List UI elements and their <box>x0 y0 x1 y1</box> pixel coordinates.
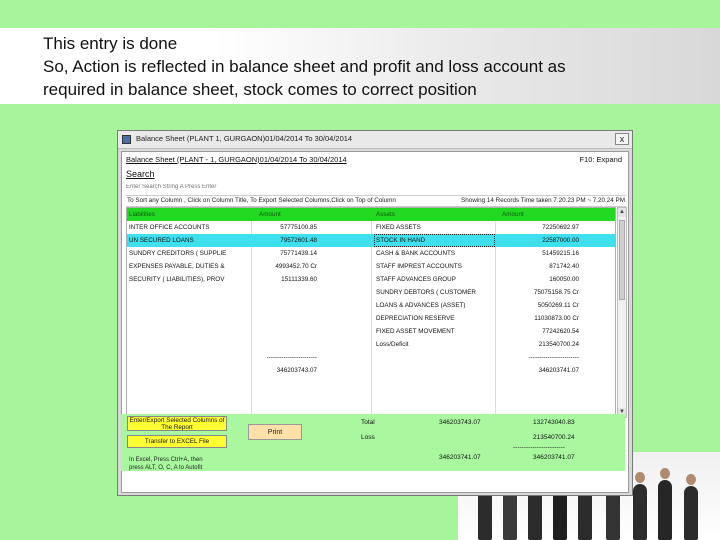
window-titlebar[interactable]: Balance Sheet (PLANT 1, GURGAON)01/04/20… <box>118 131 632 149</box>
asset-amount: 5050269.11 Cr <box>537 302 579 309</box>
column-header-liabilities[interactable]: Liabilities <box>129 211 247 218</box>
bottom-panel: Enter/Export Selected Columns of The Rep… <box>121 414 625 471</box>
liability-name: SECURITY ( LIABILITIES), PROV <box>129 276 225 283</box>
column-header-amount[interactable]: Amount <box>259 211 317 218</box>
excel-hint: In Excel, Press Ctrl+A, then press ALT, … <box>129 457 203 471</box>
asset-amount: 160050.00 <box>549 276 579 283</box>
print-button[interactable]: Print <box>248 424 302 440</box>
report-header: Balance Sheet (PLANT - 1, GURGAON)01/04/… <box>124 154 626 166</box>
caption-banner: This entry is done So, Action is reflect… <box>0 28 720 104</box>
caption-line-1: This entry is done <box>43 34 178 53</box>
loss-value: 213540700.24 <box>533 434 575 441</box>
info-bar: To Sort any Column , Click on Column Tit… <box>126 195 626 207</box>
table-row[interactable]: DEPRECIATION RESERVE 11030873.00 Cr <box>127 312 615 325</box>
table-row[interactable]: FIXED ASSET MOVEMENT 77242620.54 <box>127 325 615 338</box>
sort-instructions: To Sort any Column , Click on Column Tit… <box>127 197 396 204</box>
balance-sheet-grid[interactable]: Liabilities Amount Assets Amount INTER O… <box>126 207 616 418</box>
table-row[interactable]: SUNDRY CREDITORS ( SUPPLIE 75771439.14 C… <box>127 247 615 260</box>
asset-amount: 11030873.00 Cr <box>534 315 579 322</box>
grand-total-left: 346203741.07 <box>439 454 481 461</box>
search-input[interactable] <box>126 182 626 192</box>
close-button[interactable]: x <box>615 133 629 145</box>
asset-amount: 72250692.97 <box>542 224 579 231</box>
asset-name: FIXED ASSETS <box>376 224 421 231</box>
liability-amount: 57775100.85 <box>280 224 317 231</box>
total-label: Total <box>361 419 375 426</box>
asset-name: STOCK IN HAND <box>376 237 426 244</box>
asset-name: DEPRECIATION RESERVE <box>376 315 455 322</box>
window-title: Balance Sheet (PLANT 1, GURGAON)01/04/20… <box>136 134 353 143</box>
person-figure <box>633 472 647 540</box>
caption-line-3: required in balance sheet, stock comes t… <box>43 80 477 99</box>
app-icon <box>122 135 131 144</box>
liability-total: 346203743.07 <box>276 367 317 374</box>
scroll-up-arrow-icon[interactable]: ▲ <box>618 208 626 217</box>
loss-label: Loss <box>361 434 375 441</box>
asset-amount: 871742.40 <box>549 263 579 270</box>
grid-scrollbar[interactable]: ▲ ▼ <box>617 207 627 418</box>
asset-name: CASH & BANK ACCOUNTS <box>376 250 456 257</box>
table-row[interactable]: Loss/Deficit 213540700.24 <box>127 338 615 351</box>
asset-total: 346203741.07 <box>538 367 579 374</box>
asset-amount: 213540700.24 <box>538 341 579 348</box>
asset-name: FIXED ASSET MOVEMENT <box>376 328 455 335</box>
person-figure <box>478 478 492 540</box>
asset-name: Loss/Deficit <box>376 341 409 348</box>
person-figure <box>658 468 672 540</box>
totals-dashes: ------------------------ <box>513 444 565 451</box>
total-left-value: 346203743.07 <box>439 419 481 426</box>
asset-name: STAFF ADVANCES GROUP <box>376 276 456 283</box>
column-header-amount[interactable]: Amount <box>502 211 582 218</box>
liability-dashes: ------------------------ <box>266 354 317 361</box>
asset-name: LOANS & ADVANCES (ASSET) <box>376 302 466 309</box>
report-title: Balance Sheet (PLANT - 1, GURGAON)01/04/… <box>126 155 347 164</box>
search-label: Search <box>126 169 155 179</box>
asset-name: STAFF IMPREST ACCOUNTS <box>376 263 462 270</box>
liability-amount: 15111339.60 <box>281 276 317 283</box>
table-row-selected[interactable]: UN SECURED LOANS 79572601.48 STOCK IN HA… <box>127 234 615 247</box>
liability-amount: 75771439.14 <box>280 250 317 257</box>
liability-name: EXPENSES PAYABLE, DUTIES & <box>129 263 225 270</box>
table-row[interactable]: INTER OFFICE ACCOUNTS 57775100.85 FIXED … <box>127 221 615 234</box>
asset-name: SUNDRY DEBTORS ( CUSTOMER <box>376 289 476 296</box>
liability-amount: 4993452.70 Cr <box>275 263 317 270</box>
table-row[interactable]: 346203743.07 346203741.07 <box>127 364 615 377</box>
records-status: Showing 14 Records Time taken 7.20.23 PM… <box>461 197 625 204</box>
asset-amount: 51459215.16 <box>542 250 579 257</box>
asset-dashes: ------------------------ <box>528 354 579 361</box>
expand-hint: F10: Expand <box>579 155 622 164</box>
asset-amount: 75075158.75 Cr <box>533 289 579 296</box>
asset-amount: 77242620.54 <box>542 328 579 335</box>
liability-name: SUNDRY CREDITORS ( SUPPLIE <box>129 250 227 257</box>
table-row[interactable]: EXPENSES PAYABLE, DUTIES & 4993452.70 Cr… <box>127 260 615 273</box>
export-columns-button[interactable]: Enter/Export Selected Columns of The Rep… <box>127 416 227 431</box>
table-row[interactable]: SUNDRY DEBTORS ( CUSTOMER 75075158.75 Cr <box>127 286 615 299</box>
total-right-value: 132743040.83 <box>533 419 575 426</box>
asset-amount: 22587000.00 <box>542 237 579 244</box>
liability-name: UN SECURED LOANS <box>129 237 194 244</box>
balance-sheet-window: Balance Sheet (PLANT 1, GURGAON)01/04/20… <box>117 130 633 496</box>
liability-name: INTER OFFICE ACCOUNTS <box>129 224 210 231</box>
caption-line-2: So, Action is reflected in balance sheet… <box>43 57 566 76</box>
grand-total-right: 346203741.07 <box>533 454 575 461</box>
person-figure <box>684 474 698 540</box>
table-row[interactable]: LOANS & ADVANCES (ASSET) 5050269.11 Cr <box>127 299 615 312</box>
transfer-to-excel-button[interactable]: Transfer to EXCEL File <box>127 435 227 448</box>
grid-header-row: Liabilities Amount Assets Amount <box>127 208 615 221</box>
liability-amount: 79572601.48 <box>280 237 317 244</box>
table-row[interactable]: ------------------------ ---------------… <box>127 351 615 364</box>
scroll-thumb[interactable] <box>619 220 625 300</box>
column-header-assets[interactable]: Assets <box>376 211 496 218</box>
table-row[interactable]: SECURITY ( LIABILITIES), PROV 15111339.6… <box>127 273 615 286</box>
